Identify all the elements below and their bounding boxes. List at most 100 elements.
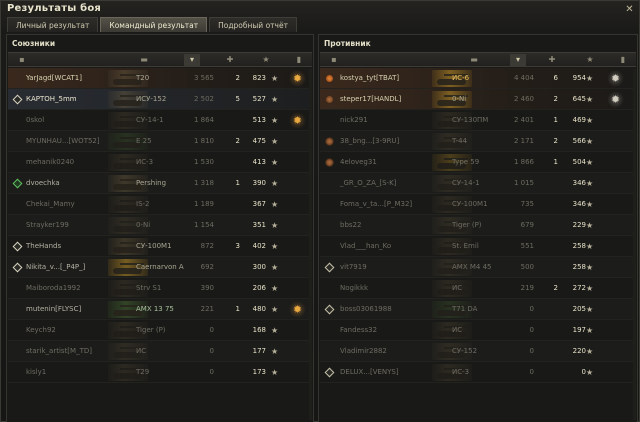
rank-icon[interactable]: ▪ [326,54,342,66]
allies-column-header: ▪ ▬ ▾ ✚ ★ ▮ [8,52,312,67]
player-name: Foma_v_ta...[P_M32] [340,200,413,208]
damage-value: 0 [529,326,534,334]
player-row[interactable]: DELUX...[VENYS] ИС-3 0 0 ★ [320,362,636,383]
vehicle-name: СУ-14-1 [452,179,480,187]
damage-icon[interactable]: ▾ [510,54,526,66]
player-row[interactable]: dvoechka Pershing 1 318 1 390 ★ [8,173,312,194]
star-icon: ★ [586,326,594,335]
player-row[interactable]: steper17[HANDL] 0-Ni 2 460 2 645 ★ ✹ [320,89,636,110]
allies-scrollbar[interactable] [309,69,312,420]
player-name: Vladimir2882 [340,347,387,355]
player-row[interactable]: 0skol СУ-14-1 1 864 513 ★ ✹ [8,110,312,131]
medal-icon[interactable]: ▮ [615,54,631,66]
player-name: starik_artist[M_TD] [26,347,92,355]
tab-detailed-report[interactable]: Подробный отчёт [209,17,297,32]
player-row[interactable]: Foma_v_ta...[P_M32] СУ-100М1 735 346 ★ [320,194,636,215]
damage-icon[interactable]: ▾ [184,54,200,66]
rank-emblem-icon [325,74,334,83]
star-icon: ★ [271,179,279,188]
player-row[interactable]: TheHands СУ-100М1 872 3 402 ★ [8,236,312,257]
star-icon: ★ [271,200,279,209]
medal-icon: ✹ [289,112,306,129]
player-row[interactable]: mehanik0240 ИС-3 1 530 413 ★ [8,152,312,173]
player-row[interactable]: mutenin[FLYSC] AMX 13 75 221 1 480 ★ ✹ [8,299,312,320]
clan-badge-icon [324,73,335,84]
medal-icon[interactable]: ▮ [291,54,307,66]
allies-list: YarJagd[WCAT1] T20 3 565 2 823 ★ ✹ КАРТОН_5mm ИС… [8,68,312,383]
player-row[interactable]: starik_artist[M_TD] ИС 0 177 ★ [8,341,312,362]
player-row[interactable]: Nogikkk ИС 219 2 272 ★ [320,278,636,299]
player-row[interactable]: MYUNHAU...[WOT52] E 25 1 810 2 475 ★ [8,131,312,152]
allies-panel: Союзники ▪ ▬ ▾ ✚ ★ ▮ YarJagd[WCAT1] T20 3 … [6,34,314,422]
xp-value: 413 [252,158,266,166]
close-icon[interactable]: ✕ [624,4,635,15]
player-row[interactable]: vit7919 AMX M4 45 500 258 ★ [320,257,636,278]
vehicle-name: AMX 13 75 [136,305,174,313]
player-row[interactable]: kostya_tyt[TBAT] ИС-6 4 404 6 954 ★ ✹ [320,68,636,89]
damage-value: 221 [200,305,214,313]
vehicle-name: ИСУ-152 [136,95,167,103]
player-row[interactable]: boss03061988 T71 DA 0 205 ★ [320,299,636,320]
xp-value: 220 [572,347,586,355]
player-row[interactable]: КАРТОН_5mm ИСУ-152 2 502 5 527 ★ [8,89,312,110]
vehicle-icon[interactable]: ▬ [466,54,482,66]
player-row[interactable]: kisly1 T29 0 173 ★ [8,362,312,383]
xp-value: 513 [252,116,266,124]
player-name: 4eloveg31 [340,158,377,166]
player-row[interactable]: _GR_O_ZA_[S-K] СУ-14-1 1 015 346 ★ [320,173,636,194]
xp-value: 346 [572,179,586,187]
frags-value: 3 [235,242,240,250]
frags-value: 6 [553,74,558,82]
tab-personal-result[interactable]: Личный результат [7,17,99,32]
vehicle-name: СУ-130ПМ [452,116,489,124]
xp-value: 823 [252,74,266,82]
frags-value: 2 [235,137,240,145]
frags-icon[interactable]: ✚ [544,54,560,66]
player-row[interactable]: YarJagd[WCAT1] T20 3 565 2 823 ★ ✹ [8,68,312,89]
player-row[interactable]: Nikita_v...[_P4P_] Caernarvon A 692 300 ★ [8,257,312,278]
platoon-diamond-icon [324,304,335,315]
xp-icon[interactable]: ★ [582,54,598,66]
player-row[interactable]: Fandess32 ИС 0 197 ★ [320,320,636,341]
star-icon: ★ [271,326,279,335]
xp-value: 469 [572,116,586,124]
xp-value: 168 [252,326,266,334]
frags-icon[interactable]: ✚ [222,54,238,66]
xp-value: 390 [252,179,266,187]
damage-value: 0 [209,347,214,355]
player-name: 0skol [26,116,45,124]
xp-icon[interactable]: ★ [258,54,274,66]
player-row[interactable]: 38_bng...[3-9RU] T-44 2 171 2 566 ★ [320,131,636,152]
vehicle-icon[interactable]: ▬ [136,54,152,66]
player-row[interactable]: Chekai_Mamy IS-2 1 189 367 ★ [8,194,312,215]
star-icon: ★ [271,137,279,146]
player-row[interactable]: Vlad___han_Ko St. Emil 551 258 ★ [320,236,636,257]
vehicle-name: St. Emil [452,242,479,250]
vehicle-name: Tiger (P) [452,221,482,229]
player-name: steper17[HANDL] [340,95,402,103]
tab-team-result[interactable]: Командный результат [100,17,208,32]
player-row[interactable]: Vladimir2882 СУ-152 0 220 ★ [320,341,636,362]
rank-icon[interactable]: ▪ [14,54,30,66]
player-row[interactable]: Strayker199 0-Ni 1 154 351 ★ [8,215,312,236]
damage-value: 1 015 [513,179,534,187]
xp-value: 205 [572,305,586,313]
enemies-scrollbar[interactable] [633,69,636,420]
rank-emblem-icon [325,95,334,104]
star-icon: ★ [586,368,594,377]
player-row[interactable]: Maiboroda1992 Strv S1 390 206 ★ [8,278,312,299]
player-name: vit7919 [340,263,367,271]
player-row[interactable]: nick291 СУ-130ПМ 2 401 1 469 ★ [320,110,636,131]
player-name: Chekai_Mamy [26,200,75,208]
player-row[interactable]: bbs22 Tiger (P) 679 229 ★ [320,215,636,236]
vehicle-name: ИС [136,347,147,355]
xp-value: 272 [572,284,586,292]
enemies-title: Противник [324,39,371,48]
vehicle-name: Tiger (P) [136,326,166,334]
player-row[interactable]: Keych92 Tiger (P) 0 168 ★ [8,320,312,341]
damage-value: 551 [520,242,534,250]
player-name: nick291 [340,116,368,124]
player-row[interactable]: 4eloveg31 Type 59 1 866 1 504 ★ [320,152,636,173]
vehicle-name: Type 59 [452,158,480,166]
player-name: Nikita_v...[_P4P_] [26,263,86,271]
